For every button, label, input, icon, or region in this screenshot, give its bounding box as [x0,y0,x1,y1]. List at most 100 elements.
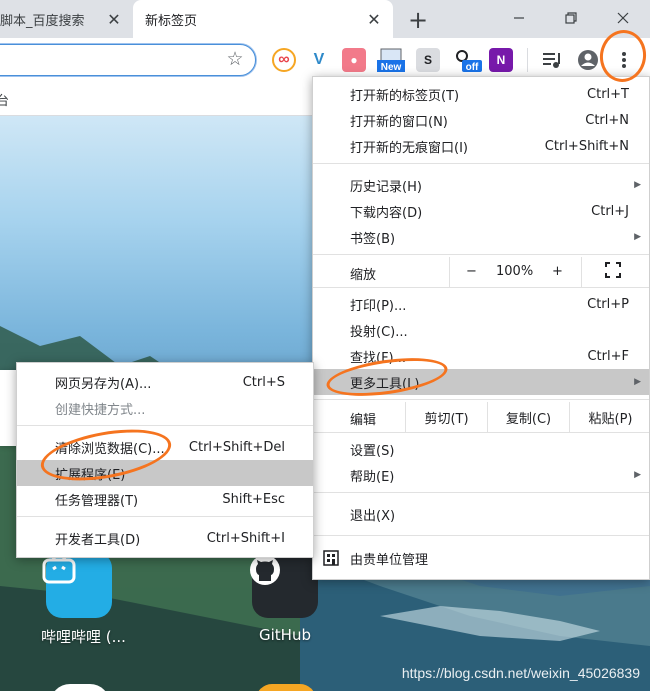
submenu-task-manager[interactable]: 任务管理器(T) Shift+Esc [17,486,313,512]
menu-label: 打开新的无痕窗口(I) [350,140,468,156]
shortcut-bilibili[interactable]: 哔哩哔哩 (... [41,552,126,647]
profile-avatar-icon[interactable] [576,48,600,72]
onenote-ext-icon[interactable]: N [489,48,513,72]
shortcut-label: GitHub [259,626,311,644]
menu-history[interactable]: 历史记录(H) ▶ [313,172,649,198]
menu-shortcut: Ctrl+P [587,296,629,312]
menu-shortcut: Ctrl+Shift+Del [188,439,285,455]
chrome-menu-button[interactable] [612,48,636,72]
bookmark-star-icon[interactable]: ☆ [224,48,246,70]
menu-shortcut: Ctrl+Shift+I [206,530,285,546]
menu-label: 退出(X) [350,508,396,524]
close-icon[interactable]: ✕ [103,8,125,30]
menu-label: 打开新的标签页(T) [350,88,460,104]
building-icon [323,550,339,570]
submenu-arrow-icon: ▶ [634,377,641,387]
menu-find[interactable]: 查找(F)... Ctrl+F [313,343,649,369]
infinity-ext-icon[interactable]: ∞ [272,48,296,72]
menu-shortcut: Ctrl+J [591,203,629,219]
tab-title: 新标签页 [145,13,198,29]
submenu-extensions[interactable]: 扩展程序(E) [17,460,313,486]
menu-shortcut: Ctrl+T [587,86,629,102]
cut-button[interactable]: 剪切(T) [405,402,487,432]
menu-label: 清除浏览数据(C)... [55,441,165,457]
menu-label: 下载内容(D) [350,205,423,221]
zoom-in-button[interactable]: + [552,264,563,279]
menu-separator [313,287,649,288]
menu-help[interactable]: 帮助(E) ▶ [313,462,649,488]
menu-print[interactable]: 打印(P)... Ctrl+P [313,291,649,317]
submenu-clear-data[interactable]: 清除浏览数据(C)... Ctrl+Shift+Del [17,434,313,460]
fullscreen-icon[interactable] [605,262,621,282]
menu-downloads[interactable]: 下载内容(D) Ctrl+J [313,198,649,224]
menu-shortcut: Ctrl+N [585,112,629,128]
menu-separator [313,399,649,400]
menu-label: 历史记录(H) [350,179,422,195]
minimize-icon [514,17,524,19]
close-icon[interactable]: ✕ [363,8,385,30]
tab-strip: 脚本_百度搜索 ✕ 新标签页 ✕ + [0,0,650,38]
menu-separator [17,516,313,517]
restore-button[interactable] [544,0,598,36]
tab-baidu[interactable]: 脚本_百度搜索 ✕ [0,0,133,38]
submenu-create-shortcut: 创建快捷方式... [17,395,313,421]
menu-separator [313,492,649,493]
s-ext-icon[interactable]: S [416,48,440,72]
menu-new-tab[interactable]: 打开新的标签页(T) Ctrl+T [313,81,649,107]
off-ext-icon[interactable]: off [454,48,482,72]
menu-separator [313,535,649,536]
menu-label: 开发者工具(D) [55,532,141,548]
close-icon [617,12,629,24]
watermark: https://blog.csdn.net/weixin_45026839 [401,665,640,681]
edit-label: 编辑 [350,413,377,428]
menu-more-tools[interactable]: 更多工具(L) ▶ [313,369,649,395]
bookmark-item[interactable]: 台 [0,90,9,109]
copy-label: 复制(C) [505,411,552,427]
minimize-button[interactable] [492,0,546,36]
menu-label: 由贵单位管理 [350,552,429,568]
close-window-button[interactable] [596,0,650,36]
menu-edit-row: 编辑 剪切(T) 复制(C) 粘贴(P) [313,402,649,432]
address-bar[interactable] [0,44,256,76]
submenu-save-page[interactable]: 网页另存为(A)... Ctrl+S [17,369,313,395]
shortcut-tile-partial[interactable] [256,684,316,691]
new-tab-button[interactable]: + [404,6,432,34]
zoom-value: 100% [496,264,534,279]
zoom-divider [449,257,450,287]
github-icon [250,552,318,618]
menu-settings[interactable]: 设置(S) [313,436,649,462]
submenu-arrow-icon: ▶ [634,470,641,480]
submenu-devtools[interactable]: 开发者工具(D) Ctrl+Shift+I [17,525,313,551]
pink-ext-icon[interactable]: ● [342,48,366,72]
menu-separator [313,432,649,433]
chrome-main-menu: 打开新的标签页(T) Ctrl+T 打开新的窗口(N) Ctrl+N 打开新的无… [312,76,650,580]
menu-shortcut: Ctrl+Shift+N [544,138,629,154]
menu-label: 创建快捷方式... [55,402,146,418]
paste-label: 粘贴(P) [588,411,633,427]
menu-separator [313,163,649,164]
copy-button[interactable]: 复制(C) [487,402,569,432]
menu-bookmarks[interactable]: 书签(B) ▶ [313,224,649,250]
tab-new-tab[interactable]: 新标签页 ✕ [133,0,393,38]
menu-cast[interactable]: 投射(C)... [313,317,649,343]
menu-label: 扩展程序(E) [55,467,126,483]
menu-label: 任务管理器(T) [55,493,139,509]
paste-button[interactable]: 粘贴(P) [569,402,650,432]
zoom-out-button[interactable]: − [466,264,477,279]
submenu-arrow-icon: ▶ [634,180,641,190]
menu-zoom-row: 缩放 − 100% + [313,257,649,287]
svg-text:New: New [381,62,402,72]
menu-label: 打印(P)... [350,298,407,314]
media-control-icon[interactable] [540,48,564,72]
menu-managed-by[interactable]: 由贵单位管理 [313,545,649,571]
menu-new-window[interactable]: 打开新的窗口(N) Ctrl+N [313,107,649,133]
menu-separator [17,425,313,426]
menu-label: 网页另存为(A)... [55,376,152,392]
menu-label: 设置(S) [350,443,395,459]
menu-label: 更多工具(L) [350,376,420,392]
v-ext-icon[interactable]: V [307,48,331,72]
menu-new-incognito[interactable]: 打开新的无痕窗口(I) Ctrl+Shift+N [313,133,649,159]
new-ext-icon[interactable]: New [377,48,405,72]
menu-exit[interactable]: 退出(X) [313,501,649,527]
menu-shortcut: Shift+Esc [222,491,285,507]
